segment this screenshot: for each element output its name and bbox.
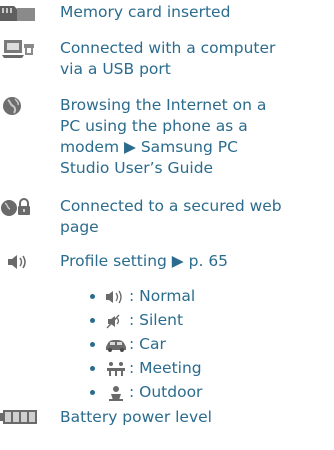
entry-text: Connected with a computer via a USB port [60, 39, 276, 78]
profile-label: : Normal [129, 287, 196, 305]
profile-label: : Meeting [129, 359, 202, 377]
profile-speaker-icon [0, 251, 50, 273]
normal-speaker-icon [105, 289, 127, 305]
bullet [90, 318, 95, 323]
entry-text: Memory card inserted [60, 3, 231, 21]
profile-item-normal: : Normal [90, 286, 195, 307]
outdoor-icon [105, 385, 127, 401]
battery-icon [0, 407, 50, 429]
silent-icon [105, 313, 127, 329]
secured-web-icon [0, 196, 50, 218]
memory-card-icon [0, 2, 50, 24]
entry-text: Battery power level [60, 408, 212, 426]
profile-label: : Car [129, 335, 166, 353]
entry-text: Browsing the Internet on a PC using the … [60, 96, 267, 177]
status-icons-list: Memory card inserted Connected with a co… [0, 0, 334, 450]
usb-computer-icon [0, 38, 50, 60]
entry-text: Profile setting ▶ p. 65 [60, 252, 229, 270]
bullet [90, 342, 95, 347]
profile-item-silent: : Silent [90, 310, 183, 331]
profile-label: : Silent [129, 311, 184, 329]
profile-label: : Outdoor [129, 383, 203, 401]
meeting-icon [105, 361, 127, 377]
bullet [90, 390, 95, 395]
bullet [90, 294, 95, 299]
entry-text: Connected to a secured web page [60, 197, 282, 236]
bullet [90, 366, 95, 371]
globe-icon [0, 95, 50, 117]
profile-item-meeting: : Meeting [90, 358, 202, 379]
profile-item-outdoor: : Outdoor [90, 382, 202, 403]
car-icon [105, 337, 127, 353]
profile-item-car: : Car [90, 334, 166, 355]
